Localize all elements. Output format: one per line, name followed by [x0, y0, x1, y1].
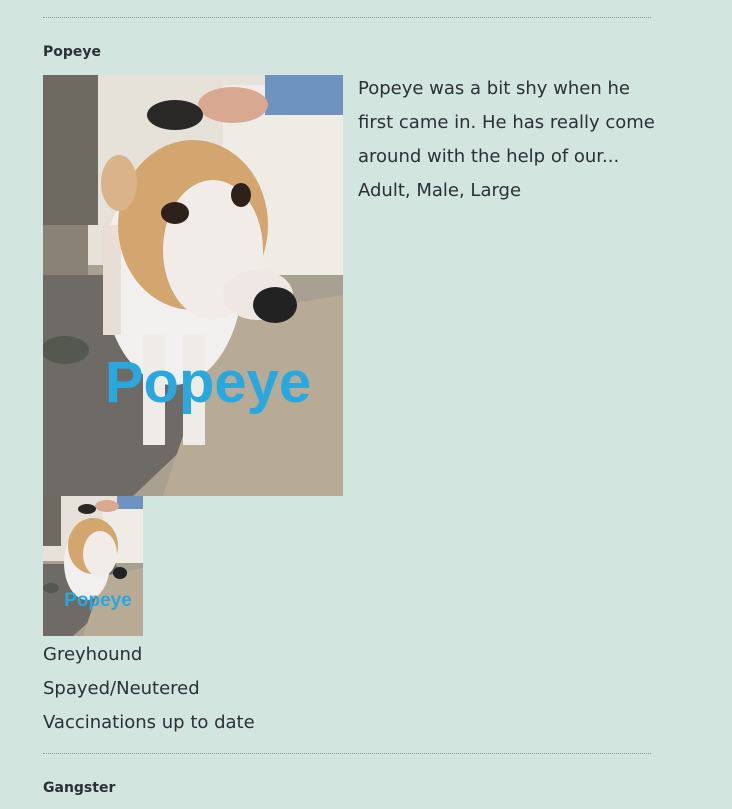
pet-name-link-gangster[interactable]: Gangster [43, 780, 115, 796]
adoptable-pets-page: Popeye Popeye Popeye was a bit shy when … [0, 0, 732, 809]
pet-vaccinations: Vaccinations up to date [43, 712, 255, 733]
dog-photo-icon: Popeye [43, 75, 343, 496]
dog-photo-thumbnail-icon: Popeye [43, 496, 143, 636]
pet-breed: Greyhound [43, 644, 143, 665]
popeye-main-photo[interactable]: Popeye [43, 75, 343, 496]
popeye-thumbnail-photo[interactable]: Popeye [43, 496, 143, 636]
pet-summary: Popeye was a bit shy when he first came … [358, 72, 658, 208]
pet-description: Popeye was a bit shy when he first came … [358, 78, 655, 167]
svg-text:Popeye: Popeye [105, 350, 311, 415]
pet-spayed-neutered: Spayed/Neutered [43, 678, 200, 699]
pet-attributes: Adult, Male, Large [358, 180, 522, 201]
svg-text:Popeye: Popeye [64, 590, 132, 611]
top-divider [43, 17, 651, 18]
bottom-divider [43, 753, 651, 754]
pet-name-link-popeye[interactable]: Popeye [43, 44, 101, 60]
